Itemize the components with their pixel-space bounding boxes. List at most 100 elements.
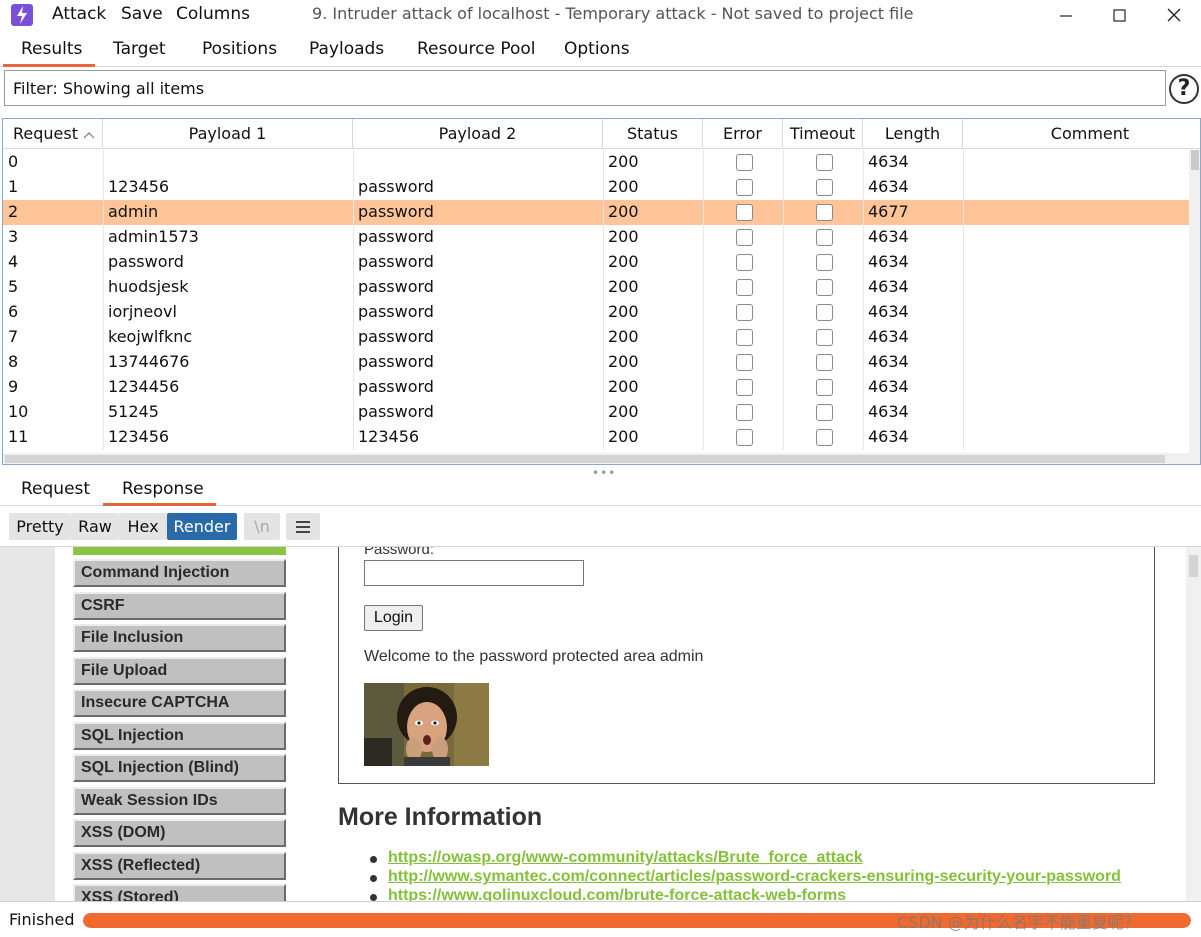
tab-request[interactable]: Request [21,479,90,499]
tab-target[interactable]: Target [113,39,166,59]
table-horizontal-scrollbar[interactable] [3,453,1189,464]
table-row[interactable]: 5 huodsjesk password 200 4634 [3,275,1189,300]
table-row[interactable]: 0 200 4634 [3,150,1189,175]
tab-positions[interactable]: Positions [202,39,277,59]
error-checkbox[interactable] [736,304,753,321]
timeout-checkbox[interactable] [816,379,833,396]
scroll-thumb[interactable] [1191,150,1199,170]
render-button[interactable]: Render [167,513,237,540]
col-timeout[interactable]: Timeout [783,119,863,149]
timeout-checkbox[interactable] [816,404,833,421]
minimize-icon[interactable] [1046,2,1086,28]
nav-item[interactable]: Insecure CAPTCHA [73,689,286,717]
table-row[interactable]: 4 password password 200 4634 [3,250,1189,275]
table-row[interactable]: 8 13744676 password 200 4634 [3,350,1189,375]
nav-item[interactable]: SQL Injection [73,721,286,750]
nav-item[interactable]: XSS (Reflected) [73,851,286,880]
tab-resource-pool[interactable]: Resource Pool [417,39,536,59]
menu-attack[interactable]: Attack [52,4,106,24]
filter-bar[interactable]: Filter: Showing all items [4,70,1166,106]
table-row[interactable]: 11 123456 123456 200 4634 [3,425,1189,450]
error-checkbox[interactable] [736,179,753,196]
help-icon[interactable]: ? [1169,74,1199,104]
error-checkbox[interactable] [736,429,753,446]
timeout-checkbox[interactable] [816,279,833,296]
error-checkbox[interactable] [736,279,753,296]
col-length[interactable]: Length [863,119,963,149]
column-separator [603,200,604,225]
reference-link[interactable]: http://www.symantec.com/connect/articles… [388,868,1121,886]
timeout-checkbox[interactable] [816,304,833,321]
timeout-checkbox[interactable] [816,229,833,246]
tab-response[interactable]: Response [122,479,204,499]
nav-item-active[interactable] [73,547,286,555]
menu-save[interactable]: Save [121,4,163,24]
timeout-checkbox[interactable] [816,154,833,171]
menu-lines-icon[interactable] [286,513,320,540]
table-row[interactable]: 3 admin1573 password 200 4634 [3,225,1189,250]
cell-length: 4677 [868,202,909,221]
scroll-thumb[interactable] [5,455,1165,463]
table-row[interactable]: 1 123456 password 200 4634 [3,175,1189,200]
error-checkbox[interactable] [736,329,753,346]
error-checkbox[interactable] [736,379,753,396]
nav-item[interactable]: Weak Session IDs [73,786,286,815]
nav-item[interactable]: CSRF [73,591,286,620]
reference-link[interactable]: https://owasp.org/www-community/attacks/… [388,849,863,867]
column-separator [353,250,354,275]
table-row[interactable]: 2 admin password 200 4677 [3,200,1189,225]
col-error[interactable]: Error [703,119,783,149]
table-row[interactable]: 7 keojwlfknc password 200 4634 [3,325,1189,350]
nav-item[interactable]: SQL Injection (Blind) [73,754,286,782]
close-icon[interactable] [1154,2,1194,28]
cell-length: 4634 [868,402,909,421]
password-input[interactable] [364,560,584,586]
nav-item[interactable]: File Inclusion [73,624,286,652]
error-checkbox[interactable] [736,254,753,271]
error-checkbox[interactable] [736,229,753,246]
pretty-button[interactable]: Pretty [9,513,71,540]
timeout-checkbox[interactable] [816,329,833,346]
tab-options[interactable]: Options [564,39,630,59]
error-checkbox[interactable] [736,354,753,371]
error-checkbox[interactable] [736,404,753,421]
cell-payload-1: admin1573 [108,227,199,246]
tab-payloads[interactable]: Payloads [309,39,384,59]
newline-toggle-button[interactable]: \n [244,513,280,540]
column-separator [783,275,784,300]
timeout-checkbox[interactable] [816,204,833,221]
column-separator [703,175,704,200]
column-separator [353,150,354,175]
col-payload-1[interactable]: Payload 1 [103,119,353,149]
col-request[interactable]: Request [3,119,103,149]
menu-columns[interactable]: Columns [176,4,250,24]
col-payload-2[interactable]: Payload 2 [353,119,603,149]
raw-button[interactable]: Raw [71,513,119,540]
col-comment[interactable]: Comment [963,119,1200,149]
reference-link[interactable]: https://www.golinuxcloud.com/brute-force… [388,887,846,901]
table-row[interactable]: 9 1234456 password 200 4634 [3,375,1189,400]
timeout-checkbox[interactable] [816,254,833,271]
timeout-checkbox[interactable] [816,179,833,196]
error-checkbox[interactable] [736,204,753,221]
timeout-checkbox[interactable] [816,429,833,446]
timeout-checkbox[interactable] [816,354,833,371]
scroll-thumb[interactable] [1189,555,1198,577]
maximize-icon[interactable] [1100,2,1140,28]
tab-results[interactable]: Results [21,39,82,59]
error-checkbox[interactable] [736,154,753,171]
cell-length: 4634 [868,227,909,246]
nav-item[interactable]: File Upload [73,656,286,685]
nav-item[interactable]: Command Injection [73,559,286,587]
cell-payload-2: password [358,177,434,196]
login-button[interactable]: Login [364,605,423,631]
render-vertical-scrollbar[interactable] [1186,547,1201,901]
table-row[interactable]: 10 51245 password 200 4634 [3,400,1189,425]
nav-item[interactable]: XSS (Stored) [73,884,286,901]
column-separator [703,350,704,375]
nav-item[interactable]: XSS (DOM) [73,819,286,847]
col-status[interactable]: Status [603,119,703,149]
table-vertical-scrollbar[interactable] [1189,150,1200,464]
hex-button[interactable]: Hex [119,513,167,540]
table-row[interactable]: 6 iorjneovl password 200 4634 [3,300,1189,325]
